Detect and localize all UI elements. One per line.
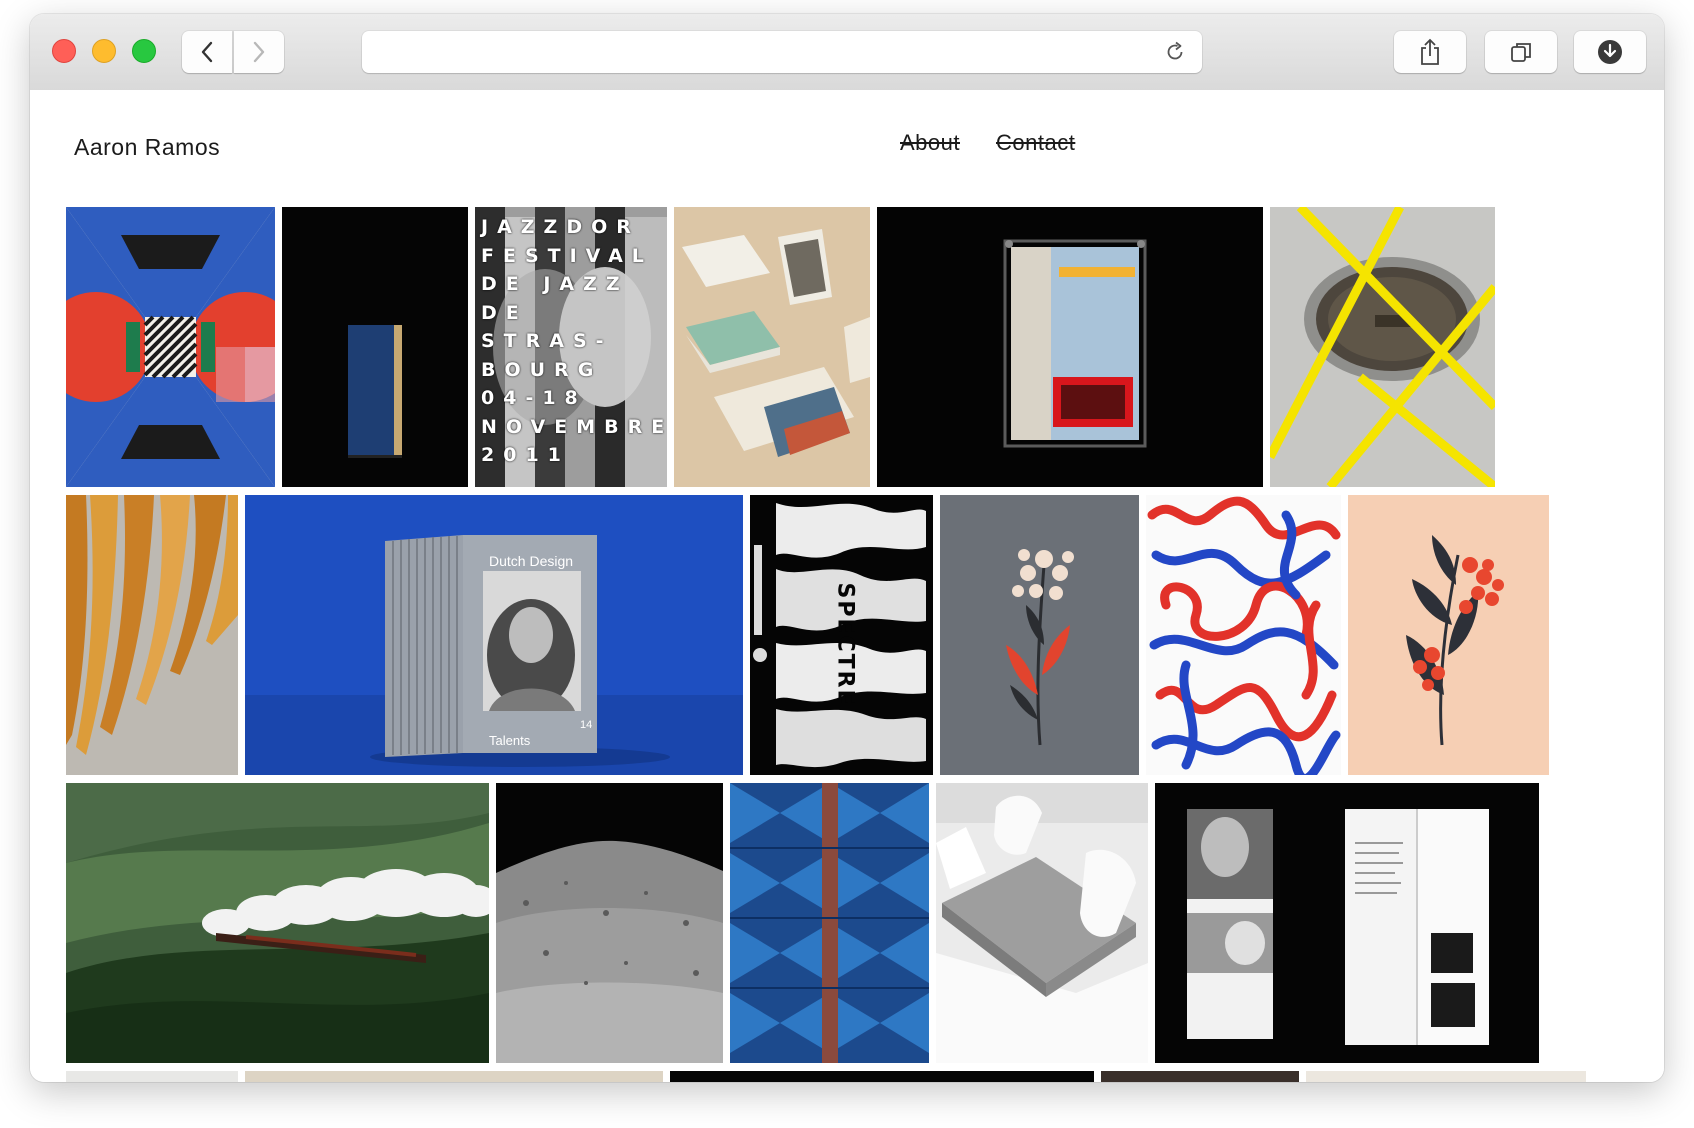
tabs-icon xyxy=(1511,43,1531,62)
jazz-poster-row: 04-18 xyxy=(481,387,587,409)
project-tile-typo-poster[interactable]: SPECTRE xyxy=(750,495,933,775)
jazz-poster-row: FESTIVAL xyxy=(481,244,653,267)
project-tile-row4-4[interactable] xyxy=(1101,1071,1299,1082)
tabs-button[interactable] xyxy=(1485,31,1557,73)
train-landscape-image xyxy=(66,783,489,1063)
project-tile-flower-grey[interactable] xyxy=(940,495,1139,775)
book-stack-image xyxy=(674,207,870,487)
blue-pattern-image xyxy=(730,783,929,1063)
flower-peach-image xyxy=(1348,495,1549,775)
jazz-poster-row: JAZZDOR xyxy=(481,216,640,238)
site-title[interactable]: Aaron Ramos xyxy=(74,134,220,161)
jazz-poster-row: DE JAZZ xyxy=(481,273,629,295)
gravel-photo-image xyxy=(496,783,723,1063)
pattern-poster-image xyxy=(1146,495,1341,775)
address-bar[interactable] xyxy=(362,31,1202,73)
wood-sculpture-image xyxy=(66,495,238,775)
project-tile-book-stack[interactable] xyxy=(674,207,870,487)
browser-toolbar xyxy=(30,14,1664,91)
project-tile-manhole-photo[interactable] xyxy=(1270,207,1495,487)
flower-grey-image xyxy=(940,495,1139,775)
dutch-design-subtitle: Talents xyxy=(489,733,531,748)
project-tile-row4-1[interactable] xyxy=(66,1071,238,1082)
jazz-poster-row: DE xyxy=(481,301,528,324)
nav-contact-link[interactable]: Contact xyxy=(996,130,1075,156)
chevron-left-icon xyxy=(201,41,213,63)
project-tile-flower-peach[interactable] xyxy=(1348,495,1549,775)
minimize-window-button[interactable] xyxy=(92,39,116,63)
project-tile-blue-book[interactable] xyxy=(282,207,468,487)
web-page: Aaron Ramos About Contact JAZZDOR FESTIV… xyxy=(30,90,1664,1082)
download-button[interactable] xyxy=(1574,31,1646,73)
back-button[interactable] xyxy=(182,31,232,73)
project-tile-gloves-book[interactable] xyxy=(936,783,1148,1063)
jazz-poster-row: 2011 xyxy=(481,444,570,466)
jazz-poster-row: STRAS- xyxy=(481,330,613,352)
site-nav: About Contact xyxy=(900,130,1075,156)
jazz-poster-row: BOURG xyxy=(481,358,603,381)
browser-window: Aaron Ramos About Contact JAZZDOR FESTIV… xyxy=(30,14,1664,1082)
project-tile-row4-3[interactable] xyxy=(670,1071,1094,1082)
reload-icon[interactable] xyxy=(1164,41,1186,63)
project-tile-train-landscape[interactable] xyxy=(66,783,489,1063)
project-tile-blue-pattern[interactable] xyxy=(730,783,929,1063)
magazine-spread-image xyxy=(1155,783,1539,1063)
jazz-poster-text: JAZZDOR FESTIVAL DE JAZZ DE STRAS- BOURG… xyxy=(481,213,667,470)
manhole-photo-image xyxy=(1270,207,1495,487)
project-tile-jazz-poster[interactable]: JAZZDOR FESTIVAL DE JAZZ DE STRAS- BOURG… xyxy=(475,207,667,487)
download-icon xyxy=(1598,40,1622,64)
project-tile-gravel-photo[interactable] xyxy=(496,783,723,1063)
vinyl-sleeve-image xyxy=(877,207,1263,487)
gloves-book-image xyxy=(936,783,1148,1063)
project-tile-dutch-design[interactable]: Dutch Design Talents 14 xyxy=(245,495,743,775)
project-tile-vinyl-sleeve[interactable] xyxy=(877,207,1263,487)
zoom-window-button[interactable] xyxy=(132,39,156,63)
jazz-poster-row: NOVEMBRE xyxy=(481,415,667,438)
chevron-right-icon xyxy=(253,41,265,63)
geometric-poster-image xyxy=(66,207,275,487)
project-tile-wood-sculpture[interactable] xyxy=(66,495,238,775)
project-tile-pattern-poster[interactable] xyxy=(1146,495,1341,775)
project-tile-geometric-poster[interactable] xyxy=(66,207,275,487)
close-window-button[interactable] xyxy=(52,39,76,63)
project-tile-row4-2[interactable] xyxy=(245,1071,663,1082)
dutch-design-title: Dutch Design xyxy=(489,553,574,569)
share-button[interactable] xyxy=(1394,31,1466,73)
dutch-design-number: 14 xyxy=(580,719,593,731)
nav-about-link[interactable]: About xyxy=(900,130,960,156)
forward-button[interactable] xyxy=(234,31,284,73)
blue-book-image xyxy=(282,207,468,487)
project-tile-row4-5[interactable] xyxy=(1306,1071,1586,1082)
typo-poster-text: SPECTRE xyxy=(833,583,858,707)
share-icon xyxy=(1421,38,1439,65)
project-tile-magazine-spread[interactable] xyxy=(1155,783,1539,1063)
